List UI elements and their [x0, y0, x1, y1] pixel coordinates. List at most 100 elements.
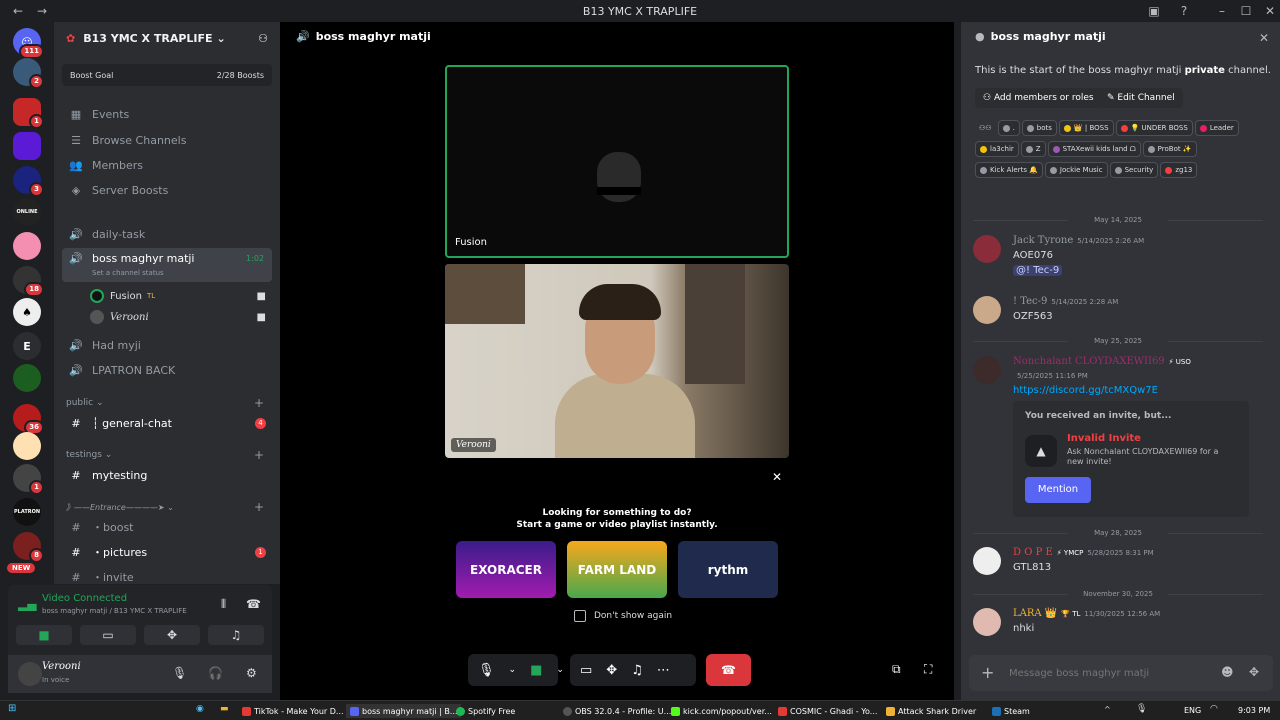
video-tile-verooni[interactable]: Verooni — [445, 264, 789, 458]
channel-boost[interactable]: # ・boost — [62, 515, 272, 539]
close-activity-shelf-icon[interactable]: ✕ — [772, 470, 782, 484]
maximize-icon[interactable]: ☐ — [1238, 3, 1254, 19]
events-item[interactable]: ▦ Events — [62, 102, 272, 126]
video-camera-icon[interactable]: ■ — [530, 663, 542, 678]
taskbar-item[interactable]: COSMIC - Ghadi - Yo... — [778, 704, 877, 718]
taskbar-item[interactable]: Spotify Free — [456, 704, 515, 718]
channel-lpatron[interactable]: 🔊 LPATRON BACK — [62, 358, 272, 382]
taskbar-item[interactable]: Steam — [992, 704, 1030, 718]
role-chip[interactable]: 👑 | BOSS — [1058, 120, 1114, 136]
channel-had-myji[interactable]: 🔊 Had myji — [62, 333, 272, 357]
server-icon[interactable]: 18 — [13, 266, 44, 297]
activity-farmland[interactable]: FARM LAND — [567, 541, 667, 598]
activities-button[interactable]: ✥ — [144, 625, 200, 645]
edge-icon[interactable]: ◉ — [196, 704, 204, 714]
server-icon[interactable]: E — [13, 332, 41, 360]
emoji-icon[interactable]: ☻ — [1221, 665, 1234, 679]
minimize-icon[interactable]: – — [1214, 3, 1230, 19]
server-icon[interactable] — [13, 364, 41, 392]
voice-user-verooni[interactable]: Verooni ■ — [84, 305, 272, 329]
browse-channels-item[interactable]: ☰ Browse Channels — [62, 128, 272, 152]
screenshare-button[interactable]: ▭ — [80, 625, 136, 645]
channel-pictures[interactable]: # ・pictures 1 — [62, 540, 272, 564]
server-icon[interactable]: 8 — [13, 532, 44, 563]
role-chip[interactable]: ProBot ✨ — [1142, 141, 1197, 157]
server-icon[interactable]: 2 — [13, 58, 44, 89]
server-icon[interactable]: ♠ — [13, 298, 41, 326]
taskbar-item[interactable]: boss maghyr matji | B... — [346, 704, 462, 718]
role-chip[interactable]: 💡 UNDER BOSS — [1115, 120, 1193, 136]
server-icon[interactable] — [13, 432, 41, 460]
tray-chevron-icon[interactable]: ^ — [1104, 705, 1111, 714]
role-chip[interactable]: Security — [1109, 162, 1159, 178]
server-icon[interactable]: 1 — [13, 464, 44, 495]
add-attachment-icon[interactable]: + — [981, 663, 994, 682]
channel-voice-active[interactable]: 🔊 boss maghyr matji 1:02 Set a channel s… — [62, 248, 272, 282]
message-input[interactable] — [1009, 663, 1209, 683]
members-item[interactable]: 👥 Members — [62, 153, 272, 177]
headphones-icon[interactable]: 🎧 — [208, 666, 223, 680]
role-chip[interactable]: STAXewii kids land ᗝ — [1047, 141, 1141, 157]
close-window-icon[interactable]: ✕ — [1262, 3, 1278, 19]
taskbar-item[interactable]: kick.com/popout/ver... — [671, 704, 772, 718]
add-user-icon[interactable]: ⚇ — [258, 32, 268, 45]
channel-invite[interactable]: # ・invite — [62, 565, 272, 585]
inbox-icon[interactable]: ▣ — [1146, 3, 1162, 19]
server-icon[interactable]: ONLINE — [13, 198, 41, 226]
server-icon[interactable]: 36 — [13, 404, 44, 435]
channel-general-chat[interactable]: # ┆ general-chat 4 — [62, 411, 272, 435]
screenshare-icon[interactable]: ▭ — [580, 663, 592, 678]
role-chip[interactable]: zg13 — [1160, 162, 1198, 178]
avatar[interactable] — [973, 296, 1001, 324]
chevron-down-icon[interactable]: ⌄ — [556, 665, 564, 675]
soundboard-button[interactable]: ♫ — [208, 625, 264, 645]
disconnect-icon[interactable]: ☎ — [246, 597, 261, 611]
server-icon[interactable] — [13, 132, 41, 160]
windows-start-icon[interactable]: ⊞ — [8, 703, 16, 714]
category-entrance[interactable]: 》——Entrance————➤ ⌄ + — [66, 500, 266, 514]
role-chip[interactable]: Kick Alerts 🔔 — [975, 162, 1043, 178]
server-icon[interactable] — [13, 232, 41, 260]
more-options-icon[interactable]: ⋯ — [657, 663, 670, 678]
chevron-down-icon[interactable]: ⌄ — [509, 665, 517, 675]
role-chip[interactable]: Leader — [1194, 120, 1239, 136]
category-testings[interactable]: testings ⌄ + — [66, 448, 266, 462]
add-members-button[interactable]: ⚇ Add members or roles — [975, 88, 1102, 108]
role-chip[interactable]: . — [997, 120, 1020, 136]
popout-icon[interactable]: ⧉ — [892, 662, 901, 677]
video-tile-fusion[interactable]: Fusion — [445, 65, 789, 258]
taskbar-item[interactable]: TikTok - Make Your D... — [242, 704, 344, 718]
camera-button[interactable]: ■ — [16, 625, 72, 645]
role-chip[interactable]: Jockie Music — [1044, 162, 1108, 178]
apps-icon[interactable]: ✥ — [1249, 665, 1259, 679]
role-chip[interactable]: la3chir — [975, 141, 1019, 157]
direct-messages-icon[interactable]: ☺ 111 — [13, 28, 44, 59]
server-icon[interactable]: 1 — [13, 98, 44, 129]
microphone-icon[interactable]: 🎙 — [478, 663, 495, 678]
disconnect-call-button[interactable]: ☎ — [706, 654, 751, 686]
file-explorer-icon[interactable]: ▬ — [220, 704, 229, 714]
add-channel-icon[interactable]: + — [254, 500, 264, 514]
microphone-icon[interactable]: 🎙 — [1136, 704, 1147, 714]
channel-daily-task[interactable]: 🔊 daily-task — [62, 222, 272, 246]
activity-exoracer[interactable]: EXORACER — [456, 541, 556, 598]
noise-suppression-icon[interactable]: ⫴ — [221, 597, 226, 612]
microphone-icon[interactable]: 🎙 — [172, 666, 187, 680]
taskbar-item[interactable]: OBS 32.0.4 - Profile: U... — [563, 704, 671, 718]
avatar[interactable] — [973, 547, 1001, 575]
activities-icon[interactable]: ✥ — [606, 663, 617, 678]
taskbar-item[interactable]: Attack Shark Driver — [886, 704, 976, 718]
edit-channel-button[interactable]: ✎ Edit Channel — [1099, 88, 1183, 108]
avatar[interactable] — [973, 608, 1001, 636]
server-header[interactable]: ✿ B13 YMC X TRAPLIFE ⌄ ⚇ — [54, 22, 280, 54]
mention-button[interactable]: Mention — [1025, 477, 1091, 503]
invite-link[interactable]: https://discord.gg/tcMXQw7E — [1013, 385, 1158, 396]
category-public[interactable]: public ⌄ + — [66, 396, 266, 410]
server-icon[interactable]: 3 — [13, 166, 44, 197]
settings-gear-icon[interactable]: ⚙ — [246, 666, 257, 680]
soundboard-icon[interactable]: ♫ — [631, 663, 643, 678]
dont-show-checkbox[interactable] — [574, 610, 586, 622]
avatar[interactable] — [973, 356, 1001, 384]
member-avatars[interactable]: ⚇⚇ — [975, 120, 996, 136]
boost-goal-bar[interactable]: Boost Goal 2/28 Boosts — [62, 64, 272, 86]
